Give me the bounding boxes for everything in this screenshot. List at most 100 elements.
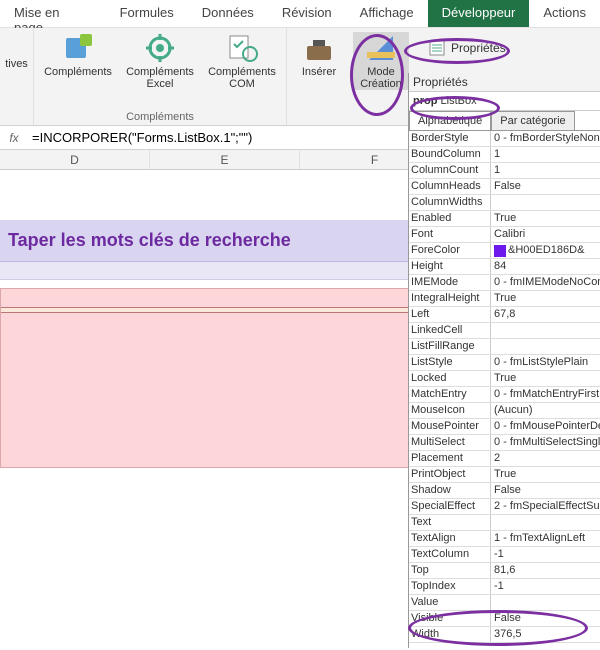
- property-row[interactable]: LockedTrue: [409, 371, 600, 387]
- property-value[interactable]: False: [491, 179, 600, 194]
- property-value[interactable]: Calibri: [491, 227, 600, 242]
- property-value-text: False: [494, 611, 521, 626]
- property-value[interactable]: 1: [491, 147, 600, 162]
- property-row[interactable]: SpecialEffect2 - fmSpecialEffectSunken: [409, 499, 600, 515]
- property-value[interactable]: 1: [491, 163, 600, 178]
- properties-object-name: ListBox: [441, 95, 477, 107]
- property-row[interactable]: MatchEntry0 - fmMatchEntryFirstLetter: [409, 387, 600, 403]
- tab-revision[interactable]: Révision: [268, 0, 346, 27]
- property-value[interactable]: -1: [491, 547, 600, 562]
- tab-mise-en-page[interactable]: Mise en page: [0, 0, 106, 27]
- property-name: BoundColumn: [409, 147, 491, 162]
- property-value-text: True: [494, 371, 516, 386]
- property-value[interactable]: [491, 515, 600, 530]
- property-row[interactable]: FontCalibri: [409, 227, 600, 243]
- property-row[interactable]: ShadowFalse: [409, 483, 600, 499]
- tab-affichage[interactable]: Affichage: [346, 0, 428, 27]
- property-value[interactable]: 81,6: [491, 563, 600, 578]
- tab-actions[interactable]: Actions: [529, 0, 600, 27]
- property-value[interactable]: True: [491, 211, 600, 226]
- property-row[interactable]: BorderStyle0 - fmBorderStyleNone: [409, 131, 600, 147]
- tab-donnees[interactable]: Données: [188, 0, 268, 27]
- property-value-text: 1: [494, 147, 500, 162]
- property-row[interactable]: Placement2: [409, 451, 600, 467]
- property-value-text: 0 - fmMultiSelectSingle: [494, 435, 600, 450]
- complements-com-button[interactable]: Compléments COM: [206, 32, 278, 90]
- property-row[interactable]: IntegralHeightTrue: [409, 291, 600, 307]
- property-name: Text: [409, 515, 491, 530]
- property-value[interactable]: 2 - fmSpecialEffectSunken: [491, 499, 600, 514]
- property-value-text: 81,6: [494, 563, 515, 578]
- property-row[interactable]: PrintObjectTrue: [409, 467, 600, 483]
- property-value[interactable]: -1: [491, 579, 600, 594]
- property-value[interactable]: 84: [491, 259, 600, 274]
- property-name: MatchEntry: [409, 387, 491, 402]
- col-header-e[interactable]: E: [150, 150, 300, 169]
- proprietes-button[interactable]: Propriétés: [423, 38, 512, 58]
- property-row[interactable]: Width376,5: [409, 627, 600, 643]
- property-value[interactable]: 67,8: [491, 307, 600, 322]
- property-row[interactable]: ColumnHeadsFalse: [409, 179, 600, 195]
- property-value[interactable]: 0 - fmMultiSelectSingle: [491, 435, 600, 450]
- properties-tab-category[interactable]: Par catégorie: [491, 111, 574, 130]
- property-value-text: 0 - fmMatchEntryFirstLetter: [494, 387, 600, 402]
- property-name: Top: [409, 563, 491, 578]
- property-row[interactable]: ForeColor&H00ED186D&: [409, 243, 600, 259]
- property-name: Enabled: [409, 211, 491, 226]
- property-row[interactable]: VisibleFalse: [409, 611, 600, 627]
- property-row[interactable]: Top81,6: [409, 563, 600, 579]
- property-row[interactable]: Height84: [409, 259, 600, 275]
- col-header-d[interactable]: D: [0, 150, 150, 169]
- property-row[interactable]: ListFillRange: [409, 339, 600, 355]
- property-row[interactable]: Text: [409, 515, 600, 531]
- property-value[interactable]: 376,5: [491, 627, 600, 642]
- property-value[interactable]: [491, 595, 600, 610]
- complements-excel-button[interactable]: Compléments Excel: [124, 32, 196, 90]
- property-row[interactable]: MultiSelect0 - fmMultiSelectSingle: [409, 435, 600, 451]
- property-row[interactable]: MouseIcon(Aucun): [409, 403, 600, 419]
- property-row[interactable]: ListStyle0 - fmListStylePlain: [409, 355, 600, 371]
- property-value[interactable]: 1 - fmTextAlignLeft: [491, 531, 600, 546]
- property-value[interactable]: [491, 195, 600, 210]
- property-value[interactable]: (Aucun): [491, 403, 600, 418]
- tab-developpeur[interactable]: Développeur: [428, 0, 530, 27]
- complements-button[interactable]: Compléments: [42, 32, 114, 78]
- tab-formules[interactable]: Formules: [106, 0, 188, 27]
- property-name: TextColumn: [409, 547, 491, 562]
- property-row[interactable]: BoundColumn1: [409, 147, 600, 163]
- property-row[interactable]: TextColumn-1: [409, 547, 600, 563]
- property-value[interactable]: True: [491, 291, 600, 306]
- property-row[interactable]: EnabledTrue: [409, 211, 600, 227]
- property-row[interactable]: TopIndex-1: [409, 579, 600, 595]
- property-row[interactable]: LinkedCell: [409, 323, 600, 339]
- mode-creation-button[interactable]: Mode Création: [353, 32, 409, 90]
- inserer-button[interactable]: Insérer: [295, 32, 343, 78]
- property-value[interactable]: [491, 339, 600, 354]
- property-value[interactable]: 0 - fmMousePointerDefault: [491, 419, 600, 434]
- property-name: ListStyle: [409, 355, 491, 370]
- property-row[interactable]: IMEMode0 - fmIMEModeNoControl: [409, 275, 600, 291]
- properties-grid: BorderStyle0 - fmBorderStyleNoneBoundCol…: [409, 130, 600, 643]
- property-value[interactable]: 0 - fmBorderStyleNone: [491, 131, 600, 146]
- property-value[interactable]: True: [491, 467, 600, 482]
- property-value[interactable]: False: [491, 483, 600, 498]
- property-row[interactable]: TextAlign1 - fmTextAlignLeft: [409, 531, 600, 547]
- property-value-text: (Aucun): [494, 403, 533, 418]
- property-row[interactable]: ColumnCount1: [409, 163, 600, 179]
- property-row[interactable]: Value: [409, 595, 600, 611]
- properties-object-selector[interactable]: prop ListBox: [409, 92, 600, 111]
- group-label-complements: Compléments: [126, 111, 194, 123]
- property-value[interactable]: [491, 323, 600, 338]
- property-value[interactable]: 0 - fmIMEModeNoControl: [491, 275, 600, 290]
- property-row[interactable]: MousePointer0 - fmMousePointerDefault: [409, 419, 600, 435]
- property-row[interactable]: ColumnWidths: [409, 195, 600, 211]
- property-value[interactable]: 2: [491, 451, 600, 466]
- properties-tab-alpha[interactable]: Alphabétique: [409, 111, 491, 130]
- property-value[interactable]: False: [491, 611, 600, 626]
- fx-icon[interactable]: fx: [0, 131, 28, 145]
- property-row[interactable]: Left67,8: [409, 307, 600, 323]
- property-value[interactable]: True: [491, 371, 600, 386]
- property-value[interactable]: 0 - fmListStylePlain: [491, 355, 600, 370]
- property-value[interactable]: 0 - fmMatchEntryFirstLetter: [491, 387, 600, 402]
- property-value[interactable]: &H00ED186D&: [491, 243, 600, 258]
